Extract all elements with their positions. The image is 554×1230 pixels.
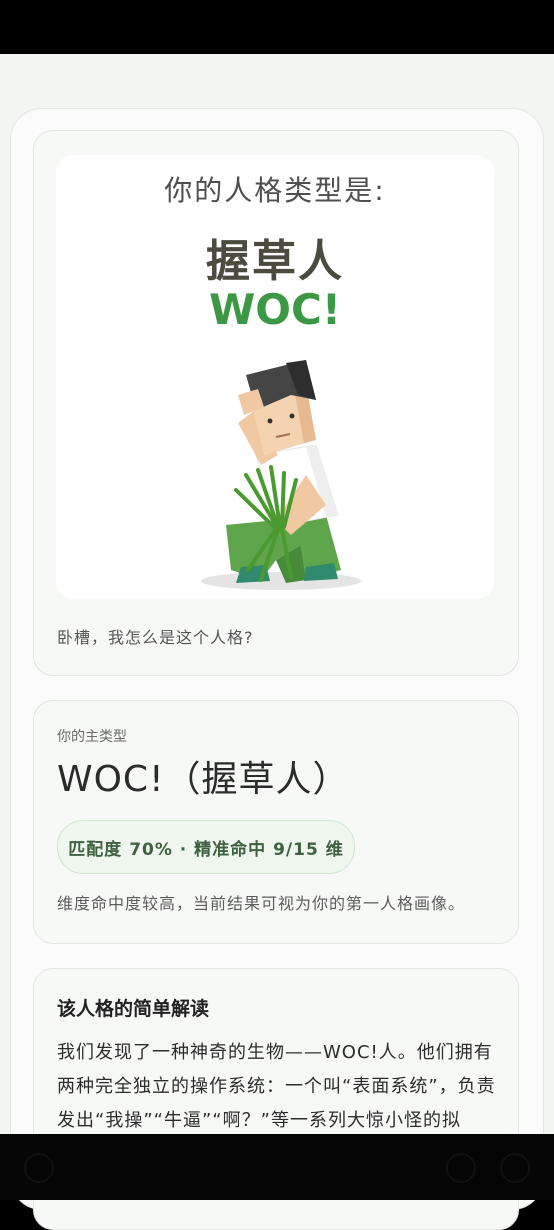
eye-left-shape [267,418,273,424]
bottom-bar [0,1134,554,1200]
hero-image: 你的人格类型是: 握草人 WOC! [56,155,494,599]
back-circle-icon[interactable] [24,1153,54,1183]
hero-title: 握草人 [206,236,344,287]
hero-subtitle: 你的人格类型是: [164,174,386,207]
eye-right-shape [289,413,295,419]
confused-person-holding-grass-illustration [201,360,361,590]
hero-code: WOC! [208,285,341,334]
status-bar [0,0,554,54]
reading-body: 我们发现了一种神奇的生物——WOC!人。他们拥有两种完全独立的操作系统：一个叫“… [57,1042,496,1131]
match-badge: 匹配度 70% · 精准命中 9/15 维 [57,820,355,874]
main-type-label: 你的主类型 [57,729,127,745]
home-circle-icon[interactable] [500,1153,530,1183]
menu-circle-icon[interactable] [446,1153,476,1183]
main-type-title: WOC!（握草人） [57,759,350,800]
hero-caption: 卧槽，我怎么是这个人格? [57,628,254,647]
shadow-shape [201,572,361,590]
reading-title: 该人格的简单解读 [57,998,210,1020]
main-type-desc: 维度命中度较高，当前结果可视为你的第一人格画像。 [57,894,466,913]
